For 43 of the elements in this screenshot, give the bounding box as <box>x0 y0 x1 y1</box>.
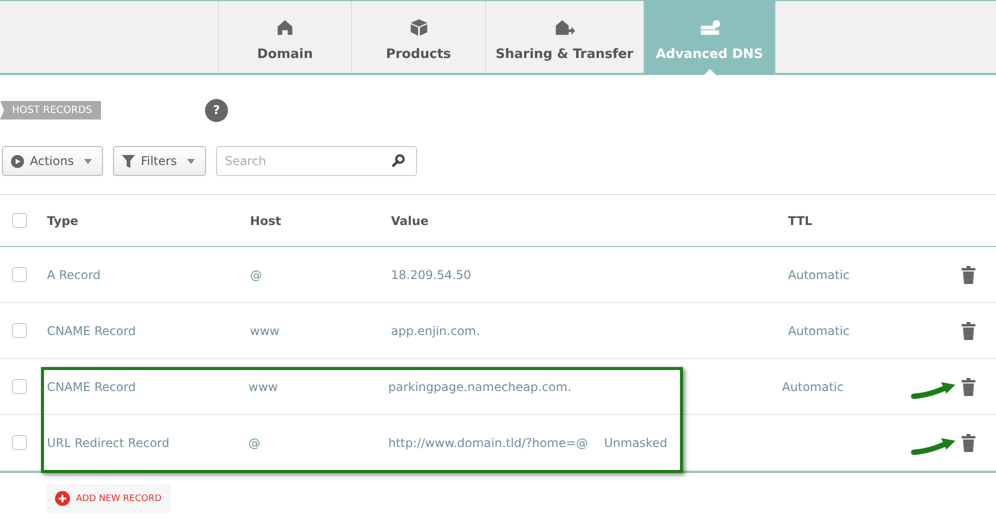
table-cell: parkingpage.namecheap.com. <box>388 380 572 394</box>
column-header: TTL <box>788 214 814 228</box>
server-icon <box>698 18 720 37</box>
column-header: Host <box>250 214 282 228</box>
search-icon <box>392 154 405 167</box>
table-cell: Unmasked <box>604 436 668 450</box>
checkbox[interactable] <box>12 323 27 338</box>
table-cell: 18.209.54.50 <box>391 268 472 282</box>
caret-icon <box>84 158 92 164</box>
caret-icon <box>186 158 195 164</box>
house-arrow-icon <box>554 18 576 37</box>
checkbox[interactable] <box>12 435 27 450</box>
table-cell: Automatic <box>788 324 850 338</box>
column-header: Value <box>391 214 430 228</box>
search-field[interactable]: Search <box>216 146 417 176</box>
table-cell: app.enjin.com. <box>391 324 480 338</box>
table-cell-text: A Record <box>47 268 102 282</box>
table-cell: Automatic <box>788 268 850 282</box>
checkbox[interactable] <box>12 267 27 282</box>
add-record-button[interactable]: ADD NEW RECORD <box>46 484 171 513</box>
section-label: HOST RECORDS <box>0 100 101 120</box>
trash-icon[interactable] <box>961 434 976 452</box>
help-button[interactable]: ? <box>205 98 228 122</box>
table-cell-text: CNAME Record <box>47 324 137 338</box>
table-cell: Automatic <box>782 380 844 394</box>
table-cell: http://www.domain.tld/?home=@ <box>388 436 588 450</box>
play-icon <box>11 154 24 168</box>
plus-icon <box>55 491 70 506</box>
trash-icon[interactable] <box>961 322 976 340</box>
table-cell-text: @ <box>250 268 263 282</box>
trash-icon[interactable] <box>961 378 976 396</box>
checkbox[interactable] <box>12 379 27 394</box>
table-cell-text: @ <box>248 436 262 450</box>
funnel-icon <box>122 154 135 168</box>
actions-button[interactable]: Actions <box>2 146 103 176</box>
checkbox[interactable] <box>12 213 27 228</box>
table-cell-text: www <box>250 324 280 338</box>
trash-icon[interactable] <box>961 266 976 284</box>
column-header: Type <box>47 214 80 228</box>
table-cell-text: www <box>248 380 279 394</box>
table-cell-text: CNAME Record <box>47 380 137 394</box>
filters-button[interactable]: Filters <box>112 146 206 176</box>
table-cell-text: URL Redirect Record <box>47 436 170 450</box>
